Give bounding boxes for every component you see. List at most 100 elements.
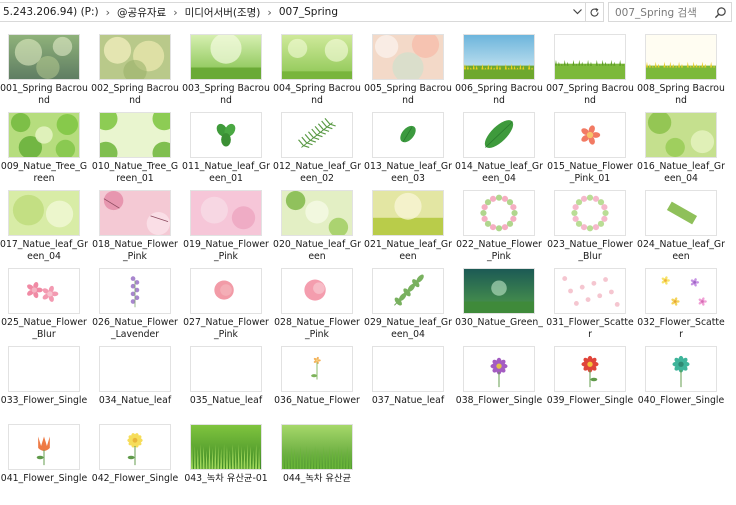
file-thumbnail[interactable] xyxy=(372,268,444,314)
file-thumbnail[interactable] xyxy=(99,112,171,158)
file-thumbnail[interactable] xyxy=(281,112,353,158)
refresh-button[interactable] xyxy=(586,2,604,22)
file-thumbnail[interactable] xyxy=(554,346,626,392)
file-item[interactable]: 041_Flower_Single xyxy=(0,420,88,496)
file-thumbnail[interactable] xyxy=(99,190,171,236)
file-item[interactable]: 025_Natue_Flower_Blur xyxy=(0,264,88,340)
file-thumbnail[interactable] xyxy=(281,190,353,236)
file-name[interactable]: 043_녹차 유산균-01 xyxy=(182,473,270,485)
file-name[interactable]: 020_Natue_leaf_Green xyxy=(273,239,361,262)
file-thumbnail[interactable] xyxy=(190,34,262,80)
file-name[interactable]: 002_Spring Bacround xyxy=(91,83,179,106)
file-thumbnail[interactable] xyxy=(8,268,80,314)
file-thumbnail[interactable] xyxy=(281,346,353,392)
file-name[interactable]: 038_Flower_Single xyxy=(455,395,543,407)
file-thumbnail[interactable] xyxy=(645,346,717,392)
file-thumbnail[interactable] xyxy=(99,346,171,392)
file-thumbnail[interactable] xyxy=(463,112,535,158)
file-item[interactable]: 014_Natue_leaf_Green_04 xyxy=(455,108,543,184)
file-item[interactable]: 038_Flower_Single xyxy=(455,342,543,418)
file-thumbnail[interactable] xyxy=(8,34,80,80)
file-name[interactable]: 025_Natue_Flower_Blur xyxy=(0,317,88,340)
file-name[interactable]: 017_Natue_leaf_Green_04 xyxy=(0,239,88,262)
file-name[interactable]: 011_Natue_leaf_Green_01 xyxy=(182,161,270,184)
file-item[interactable]: 008_Spring Bacround xyxy=(637,30,725,106)
file-item[interactable]: 032_Flower_Scatter xyxy=(637,264,725,340)
file-name[interactable]: 044_녹차 유산균 xyxy=(273,473,361,485)
file-item[interactable]: 029_Natue_leaf_Green_04 xyxy=(364,264,452,340)
file-item[interactable]: 026_Natue_Flower_Lavender xyxy=(91,264,179,340)
file-name[interactable]: 007_Spring Bacround xyxy=(546,83,634,106)
file-item[interactable]: 020_Natue_leaf_Green xyxy=(273,186,361,262)
file-thumbnail[interactable] xyxy=(281,34,353,80)
file-name[interactable]: 016_Natue_leaf_Green_04 xyxy=(637,161,725,184)
file-item[interactable]: 010_Natue_Tree_Green_01 xyxy=(91,108,179,184)
file-name[interactable]: 012_Natue_leaf_Green_02 xyxy=(273,161,361,184)
file-thumbnail[interactable] xyxy=(8,346,80,392)
file-item[interactable]: 034_Natue_leaf xyxy=(91,342,179,418)
file-item[interactable]: 013_Natue_leaf_Green_03 xyxy=(364,108,452,184)
file-name[interactable]: 003_Spring Bacround xyxy=(182,83,270,106)
file-item[interactable]: 043_녹차 유산균-01 xyxy=(182,420,270,496)
file-thumbnail[interactable] xyxy=(463,34,535,80)
file-name[interactable]: 037_Natue_leaf xyxy=(364,395,452,407)
file-thumbnail[interactable] xyxy=(645,190,717,236)
file-thumbnail[interactable] xyxy=(372,112,444,158)
file-name[interactable]: 023_Natue_Flower_Blur xyxy=(546,239,634,262)
file-thumbnail[interactable] xyxy=(554,190,626,236)
file-item[interactable]: 016_Natue_leaf_Green_04 xyxy=(637,108,725,184)
file-thumbnail[interactable] xyxy=(372,346,444,392)
file-name[interactable]: 019_Natue_Flower_Pink xyxy=(182,239,270,262)
file-item[interactable]: 019_Natue_Flower_Pink xyxy=(182,186,270,262)
address-dropdown-button[interactable] xyxy=(569,3,585,21)
search-icon[interactable] xyxy=(714,6,727,19)
file-name[interactable]: 032_Flower_Scatter xyxy=(637,317,725,340)
file-item[interactable]: 023_Natue_Flower_Blur xyxy=(546,186,634,262)
breadcrumb-media-server[interactable]: 미디어서버(조명) xyxy=(182,5,264,20)
file-thumbnail[interactable] xyxy=(190,424,262,470)
file-name[interactable]: 006_Spring Bacround xyxy=(455,83,543,106)
file-thumbnail[interactable] xyxy=(554,268,626,314)
file-name[interactable]: 008_Spring Bacround xyxy=(637,83,725,106)
file-thumbnail[interactable] xyxy=(372,190,444,236)
file-item[interactable]: 031_Flower_Scatter xyxy=(546,264,634,340)
breadcrumb-drive[interactable]: 5.243.206.94) (P:) xyxy=(0,6,102,18)
file-name[interactable]: 009_Natue_Tree_Green xyxy=(0,161,88,184)
file-name[interactable]: 041_Flower_Single xyxy=(0,473,88,485)
file-item[interactable]: 039_Flower_Single xyxy=(546,342,634,418)
file-name[interactable]: 033_Flower_Single xyxy=(0,395,88,407)
file-name[interactable]: 024_Natue_leaf_Green xyxy=(637,239,725,262)
file-item[interactable]: 035_Natue_leaf xyxy=(182,342,270,418)
file-item[interactable]: 005_Spring Bacround xyxy=(364,30,452,106)
file-thumbnail[interactable] xyxy=(281,424,353,470)
file-item[interactable]: 021_Natue_leaf_Green xyxy=(364,186,452,262)
file-thumbnail[interactable] xyxy=(463,346,535,392)
file-thumbnail[interactable] xyxy=(463,190,535,236)
file-name[interactable]: 030_Natue_Green_ xyxy=(455,317,543,329)
file-thumbnail[interactable] xyxy=(8,190,80,236)
file-name[interactable]: 029_Natue_leaf_Green_04 xyxy=(364,317,452,340)
file-thumbnail[interactable] xyxy=(645,34,717,80)
file-item[interactable]: 011_Natue_leaf_Green_01 xyxy=(182,108,270,184)
file-thumbnail[interactable] xyxy=(190,112,262,158)
file-item[interactable]: 033_Flower_Single xyxy=(0,342,88,418)
file-item[interactable]: 018_Natue_Flower_Pink xyxy=(91,186,179,262)
file-name[interactable]: 042_Flower_Single xyxy=(91,473,179,485)
file-item[interactable]: 028_Natue_Flower_Pink xyxy=(273,264,361,340)
breadcrumb-shared[interactable]: @공유자료 xyxy=(114,5,169,20)
file-name[interactable]: 040_Flower_Single xyxy=(637,395,725,407)
file-name[interactable]: 028_Natue_Flower_Pink xyxy=(273,317,361,340)
file-item[interactable]: 036_Natue_Flower xyxy=(273,342,361,418)
file-item[interactable]: 040_Flower_Single xyxy=(637,342,725,418)
file-item[interactable]: 024_Natue_leaf_Green xyxy=(637,186,725,262)
file-name[interactable]: 022_Natue_Flower_Pink xyxy=(455,239,543,262)
file-thumbnail[interactable] xyxy=(190,346,262,392)
file-thumbnail[interactable] xyxy=(8,112,80,158)
file-item[interactable]: 030_Natue_Green_ xyxy=(455,264,543,340)
file-item[interactable]: 002_Spring Bacround xyxy=(91,30,179,106)
file-name[interactable]: 027_Natue_Flower_Pink xyxy=(182,317,270,340)
file-item[interactable]: 015_Natue_Flower_Pink_01 xyxy=(546,108,634,184)
file-name[interactable]: 026_Natue_Flower_Lavender xyxy=(91,317,179,340)
file-item[interactable]: 012_Natue_leaf_Green_02 xyxy=(273,108,361,184)
file-item[interactable]: 003_Spring Bacround xyxy=(182,30,270,106)
